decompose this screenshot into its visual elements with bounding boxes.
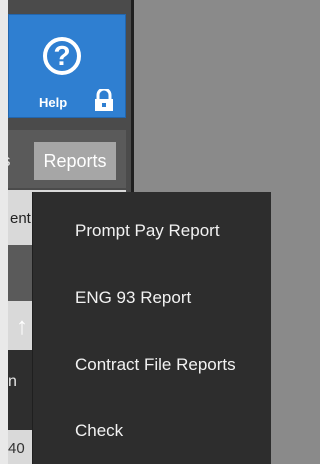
partial-row-text: n	[8, 373, 17, 390]
menu-item-eng-93-report[interactable]: ENG 93 Report	[33, 272, 271, 324]
ribbon-tab-strip: s Reports	[8, 130, 126, 188]
reports-dropdown-menu: Prompt Pay Report ENG 93 Report Contract…	[32, 192, 271, 464]
menu-item-contract-file-reports[interactable]: Contract File Reports	[33, 339, 271, 391]
lock-icon[interactable]	[92, 89, 116, 111]
help-button[interactable]: ? Help	[8, 14, 126, 118]
tab-reports[interactable]: Reports	[34, 142, 116, 180]
tab-partial[interactable]: s	[8, 142, 34, 180]
question-icon: ?	[43, 37, 81, 75]
menu-item-prompt-pay-report[interactable]: Prompt Pay Report	[33, 205, 271, 257]
menu-item-check[interactable]: Check	[33, 405, 271, 457]
partial-value: 40	[8, 440, 25, 457]
partial-icon: ↑	[16, 313, 28, 340]
help-label: Help	[39, 95, 68, 110]
